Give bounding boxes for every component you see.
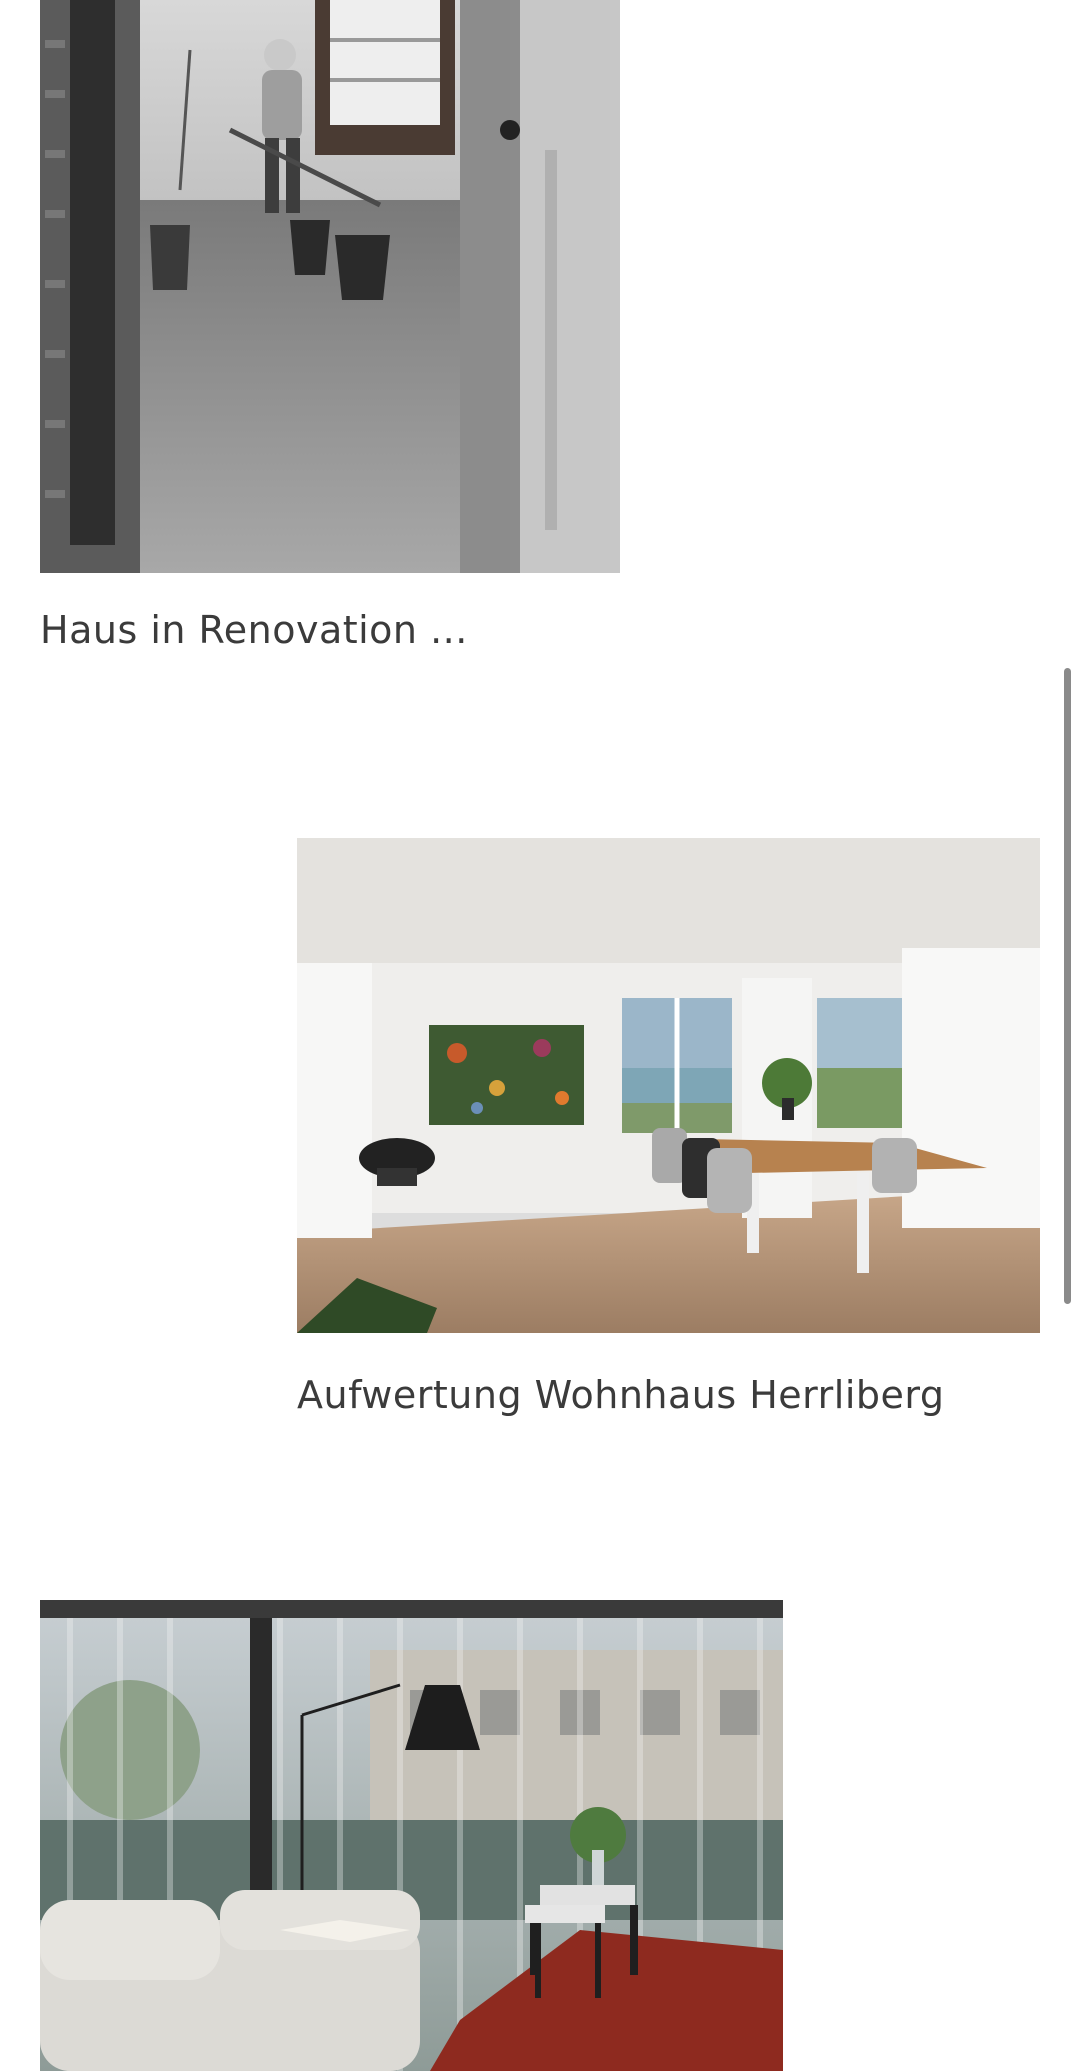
project-image-herrliberg[interactable] xyxy=(297,838,1040,1333)
project-card-herrliberg[interactable]: Aufwertung Wohnhaus Herrliberg xyxy=(0,820,1080,1440)
scrollbar[interactable] xyxy=(1064,668,1071,1304)
project-title[interactable]: Aufwertung Wohnhaus Herrliberg xyxy=(297,1373,944,1417)
project-card-living-room[interactable] xyxy=(0,1600,1080,2071)
project-card-renovation[interactable]: Haus in Renovation ... xyxy=(0,0,1080,680)
project-image-renovation[interactable] xyxy=(40,0,620,573)
project-image-living-room[interactable] xyxy=(40,1600,783,2071)
project-title[interactable]: Haus in Renovation ... xyxy=(40,608,468,652)
